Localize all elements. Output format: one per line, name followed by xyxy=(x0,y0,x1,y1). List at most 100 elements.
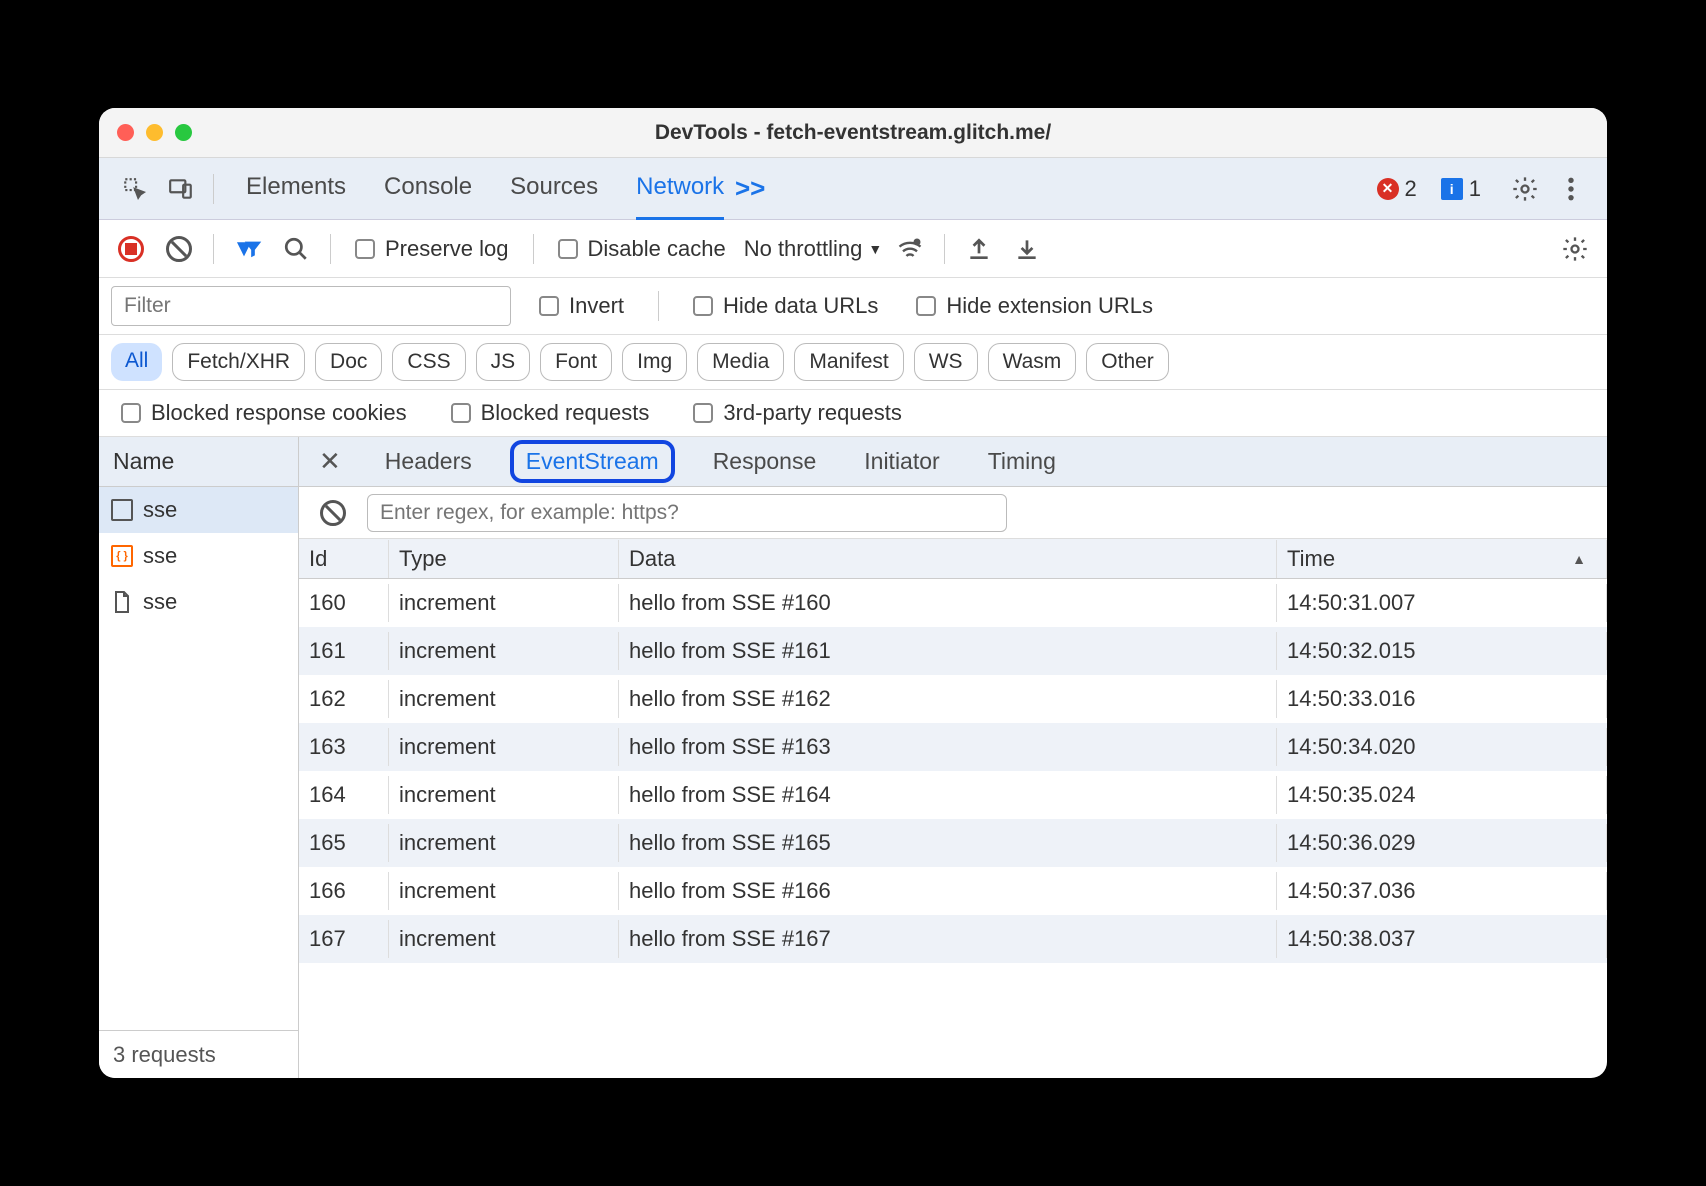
tab-sources[interactable]: Sources xyxy=(510,157,598,220)
invert-checkbox[interactable]: Invert xyxy=(539,293,624,319)
detail-tab-headers[interactable]: Headers xyxy=(375,442,482,481)
col-time[interactable]: Time▲ xyxy=(1277,540,1607,578)
col-data[interactable]: Data xyxy=(619,540,1277,578)
disable-cache-checkbox[interactable]: Disable cache xyxy=(558,236,726,262)
error-badge[interactable]: ✕2 xyxy=(1377,176,1417,202)
divider xyxy=(533,234,534,264)
cell-id: 163 xyxy=(299,728,389,766)
cell-time: 14:50:36.029 xyxy=(1277,824,1607,862)
invert-label: Invert xyxy=(569,293,624,319)
pill-media[interactable]: Media xyxy=(697,343,784,381)
col-type[interactable]: Type xyxy=(389,540,619,578)
pill-css[interactable]: CSS xyxy=(392,343,465,381)
close-icon[interactable] xyxy=(117,124,134,141)
disable-cache-label: Disable cache xyxy=(588,236,726,262)
tab-network[interactable]: Network xyxy=(636,157,724,220)
maximize-icon[interactable] xyxy=(175,124,192,141)
hide-data-urls-checkbox[interactable]: Hide data URLs xyxy=(693,293,878,319)
cell-type: increment xyxy=(389,920,619,958)
cell-time: 14:50:38.037 xyxy=(1277,920,1607,958)
filter-input[interactable] xyxy=(111,286,511,326)
event-row[interactable]: 160incrementhello from SSE #16014:50:31.… xyxy=(299,579,1607,627)
pill-img[interactable]: Img xyxy=(622,343,687,381)
pill-wasm[interactable]: Wasm xyxy=(988,343,1077,381)
inspect-icon[interactable] xyxy=(115,169,155,209)
cell-time: 14:50:34.020 xyxy=(1277,728,1607,766)
request-item[interactable]: sse xyxy=(99,487,298,533)
pill-js[interactable]: JS xyxy=(476,343,531,381)
event-row[interactable]: 166incrementhello from SSE #16614:50:37.… xyxy=(299,867,1607,915)
preserve-log-label: Preserve log xyxy=(385,236,509,262)
network-conditions-icon[interactable] xyxy=(890,229,930,269)
divider xyxy=(658,291,659,321)
hide-ext-urls-checkbox[interactable]: Hide extension URLs xyxy=(916,293,1153,319)
event-row[interactable]: 167incrementhello from SSE #16714:50:38.… xyxy=(299,915,1607,963)
request-item[interactable]: { }sse xyxy=(99,533,298,579)
document-icon xyxy=(111,591,133,613)
event-rows: 160incrementhello from SSE #16014:50:31.… xyxy=(299,579,1607,1078)
upload-icon[interactable] xyxy=(959,229,999,269)
tab-elements[interactable]: Elements xyxy=(246,157,346,220)
pill-all[interactable]: All xyxy=(111,343,162,381)
blocked-requests-checkbox[interactable]: Blocked requests xyxy=(451,400,650,426)
titlebar: DevTools - fetch-eventstream.glitch.me/ xyxy=(99,108,1607,158)
filter-icon[interactable]: ▼ xyxy=(228,229,268,269)
cell-time: 14:50:32.015 xyxy=(1277,632,1607,670)
info-count: 1 xyxy=(1469,176,1481,202)
event-row[interactable]: 161incrementhello from SSE #16114:50:32.… xyxy=(299,627,1607,675)
detail-panel: ✕ Headers EventStream Response Initiator Tim… xyxy=(299,437,1607,1078)
record-button[interactable] xyxy=(111,229,151,269)
table-header: Id Type Data Time▲ xyxy=(299,539,1607,579)
cell-id: 166 xyxy=(299,872,389,910)
event-row[interactable]: 164incrementhello from SSE #16414:50:35.… xyxy=(299,771,1607,819)
clear-button[interactable] xyxy=(313,493,353,533)
gear-icon[interactable] xyxy=(1505,169,1545,209)
minimize-icon[interactable] xyxy=(146,124,163,141)
kebab-icon[interactable] xyxy=(1551,169,1591,209)
hide-ext-label: Hide extension URLs xyxy=(946,293,1153,319)
detail-tab-initiator[interactable]: Initiator xyxy=(854,442,949,481)
cell-data: hello from SSE #161 xyxy=(619,632,1277,670)
clear-button[interactable] xyxy=(159,229,199,269)
gear-icon[interactable] xyxy=(1555,229,1595,269)
event-row[interactable]: 162incrementhello from SSE #16214:50:33.… xyxy=(299,675,1607,723)
cell-data: hello from SSE #166 xyxy=(619,872,1277,910)
status-footer: 3 requests xyxy=(99,1030,298,1078)
regex-input[interactable] xyxy=(367,494,1007,532)
fetch-icon: { } xyxy=(111,545,133,567)
cell-time: 14:50:37.036 xyxy=(1277,872,1607,910)
col-time-label: Time xyxy=(1287,546,1335,572)
close-icon[interactable]: ✕ xyxy=(313,446,347,477)
col-id[interactable]: Id xyxy=(299,540,389,578)
event-row[interactable]: 165incrementhello from SSE #16514:50:36.… xyxy=(299,819,1607,867)
search-icon[interactable] xyxy=(276,229,316,269)
blocked-cookies-checkbox[interactable]: Blocked response cookies xyxy=(121,400,407,426)
cell-id: 160 xyxy=(299,584,389,622)
pill-font[interactable]: Font xyxy=(540,343,612,381)
request-item[interactable]: sse xyxy=(99,579,298,625)
pill-doc[interactable]: Doc xyxy=(315,343,382,381)
pill-other[interactable]: Other xyxy=(1086,343,1169,381)
cell-time: 14:50:35.024 xyxy=(1277,776,1607,814)
request-name: sse xyxy=(143,497,177,523)
pill-fetch-xhr[interactable]: Fetch/XHR xyxy=(172,343,305,381)
cell-data: hello from SSE #164 xyxy=(619,776,1277,814)
cell-id: 161 xyxy=(299,632,389,670)
detail-tab-eventstream[interactable]: EventStream xyxy=(510,440,675,483)
download-icon[interactable] xyxy=(1007,229,1047,269)
cell-time: 14:50:31.007 xyxy=(1277,584,1607,622)
pill-ws[interactable]: WS xyxy=(914,343,978,381)
divider xyxy=(330,234,331,264)
third-party-checkbox[interactable]: 3rd-party requests xyxy=(693,400,902,426)
more-tabs-icon[interactable]: >> xyxy=(730,169,770,209)
name-column-header[interactable]: Name xyxy=(99,437,298,487)
event-row[interactable]: 163incrementhello from SSE #16314:50:34.… xyxy=(299,723,1607,771)
preserve-log-checkbox[interactable]: Preserve log xyxy=(355,236,509,262)
detail-tab-response[interactable]: Response xyxy=(703,442,827,481)
pill-manifest[interactable]: Manifest xyxy=(794,343,903,381)
tab-console[interactable]: Console xyxy=(384,157,472,220)
throttling-select[interactable]: No throttling▼ xyxy=(744,236,882,262)
info-badge[interactable]: i1 xyxy=(1441,176,1481,202)
detail-tab-timing[interactable]: Timing xyxy=(978,442,1066,481)
device-icon[interactable] xyxy=(161,169,201,209)
